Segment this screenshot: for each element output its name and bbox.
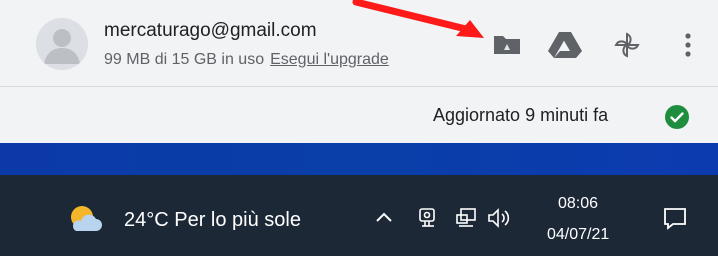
more-vert-icon[interactable]: [678, 30, 698, 60]
weather-widget-text[interactable]: 24°C Per lo più sole: [124, 209, 301, 232]
desktop-background: [0, 143, 718, 175]
clock-time[interactable]: 08:06: [558, 195, 598, 213]
chevron-up-icon[interactable]: [372, 206, 396, 230]
weather-sun-cloud-icon[interactable]: [66, 203, 106, 235]
clock-date[interactable]: 04/07/21: [547, 226, 609, 244]
notification-center-icon[interactable]: [662, 206, 688, 230]
storage-usage-text: 99 MB di 15 GB in uso: [104, 51, 265, 68]
google-photos-icon[interactable]: [612, 30, 642, 60]
sync-status-text: Aggiornato 9 minuti fa: [433, 105, 609, 125]
upgrade-link[interactable]: Esegui l'upgrade: [270, 51, 389, 68]
check-circle-icon: [665, 105, 689, 129]
user-silhouette-icon: [44, 29, 80, 64]
network-icon[interactable]: [454, 206, 478, 230]
avatar[interactable]: [36, 18, 88, 70]
account-header: mercaturago@gmail.com 99 MB di 15 GB in …: [0, 0, 718, 87]
google-drive-icon[interactable]: [547, 30, 583, 60]
account-email: mercaturago@gmail.com: [104, 20, 317, 41]
volume-icon[interactable]: [486, 206, 516, 230]
storage-usage: 99 MB di 15 GB in uso Esegui l'upgrade: [104, 51, 389, 69]
taskbar: 24°C Per lo più sole 08:06 04/07/21: [0, 175, 718, 256]
drive-folder-icon[interactable]: [492, 30, 522, 60]
sync-status-row: Aggiornato 9 minuti fa: [0, 87, 718, 143]
meet-now-icon[interactable]: [416, 206, 440, 230]
